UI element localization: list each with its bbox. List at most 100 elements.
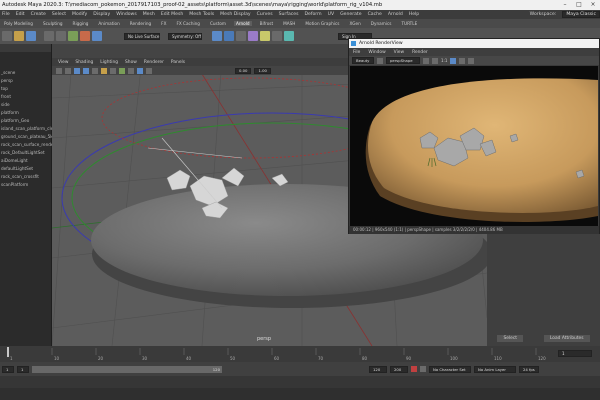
auto-key-icon[interactable] <box>411 366 417 372</box>
close-icon[interactable]: × <box>586 0 600 10</box>
minimize-icon[interactable]: – <box>558 0 572 10</box>
alpha-icon[interactable] <box>432 57 438 64</box>
render-icon[interactable] <box>212 31 222 41</box>
workspace-dropdown[interactable]: Maya Classic <box>562 11 600 18</box>
shader-icon[interactable] <box>272 31 282 41</box>
time-slider[interactable]: 1 10 20 30 40 50 60 70 80 90 100 110 120… <box>0 346 600 362</box>
range-inner-start-field[interactable]: 1 <box>17 365 29 373</box>
range-start-field[interactable]: 1 <box>2 365 14 373</box>
new-scene-icon[interactable] <box>2 31 12 41</box>
menu-display[interactable]: Display <box>93 12 110 17</box>
tab-rendering[interactable]: Rendering <box>128 21 153 26</box>
current-frame-field[interactable]: 1 <box>558 350 592 357</box>
stop-render-icon[interactable] <box>459 57 466 64</box>
gamma-field[interactable]: 1.00 <box>254 67 271 74</box>
menu-mesh-tools[interactable]: Mesh Tools <box>189 12 214 17</box>
outliner-item[interactable]: scanPlatform <box>1 182 28 187</box>
tab-motion-graphics[interactable]: Motion Graphics <box>303 21 341 26</box>
lights-icon[interactable] <box>101 67 107 74</box>
standin-icon[interactable] <box>284 31 294 41</box>
outliner-item[interactable]: _scene <box>1 70 15 75</box>
range-max-field[interactable]: 200 <box>390 365 408 373</box>
outliner-item[interactable]: aiDomeLight <box>1 158 28 163</box>
menu-deform[interactable]: Deform <box>305 12 322 17</box>
tab-turtle[interactable]: TURTLE <box>399 21 419 26</box>
xray-icon[interactable] <box>119 67 125 74</box>
menu-edit-mesh[interactable]: Edit Mesh <box>161 12 183 17</box>
ipr-render-icon[interactable] <box>224 31 234 41</box>
outliner-item[interactable]: platform_Geo <box>1 118 29 123</box>
scale-tool-icon[interactable] <box>92 31 102 41</box>
select-button[interactable]: Select <box>497 335 523 342</box>
vp-menu-panels[interactable]: Panels <box>171 60 185 65</box>
tab-animation[interactable]: Animation <box>96 21 121 26</box>
menu-windows[interactable]: Windows <box>116 12 137 17</box>
render-canvas[interactable] <box>350 66 598 226</box>
command-line[interactable] <box>0 376 600 388</box>
menu-help[interactable]: Help <box>409 12 419 17</box>
tab-sculpting[interactable]: Sculpting <box>41 21 65 26</box>
outliner-item[interactable]: persp <box>1 78 13 83</box>
outliner-item[interactable]: rock_DefaultLightSet <box>1 150 45 155</box>
range-slider[interactable]: 120 <box>32 365 222 373</box>
live-surface-field[interactable]: No Live Surface <box>124 32 160 40</box>
symmetry-field[interactable]: Symmetry: Off <box>168 32 202 40</box>
rv-menu-render[interactable]: Render <box>412 50 428 55</box>
anim-layer-dropdown[interactable]: No Anim Layer <box>474 365 516 373</box>
tab-bifrost[interactable]: Bifrost <box>258 21 276 26</box>
select-tool-icon[interactable] <box>44 31 54 41</box>
rotate-tool-icon[interactable] <box>80 31 90 41</box>
textured-icon[interactable] <box>92 67 98 74</box>
refresh-icon[interactable] <box>377 57 383 64</box>
tab-fx-caching[interactable]: FX Caching <box>174 21 202 26</box>
vp-menu-shading[interactable]: Shading <box>75 60 93 65</box>
outliner-item[interactable]: island_scan_platform_clean <box>1 126 58 131</box>
fps-dropdown[interactable]: 24 fps <box>519 365 539 373</box>
outliner-item[interactable]: platform <box>1 110 19 115</box>
render-settings-icon[interactable] <box>236 31 246 41</box>
vp-menu-renderer[interactable]: Renderer <box>144 60 164 65</box>
outliner-item[interactable]: defaultLightSet <box>1 166 33 171</box>
play-render-icon[interactable] <box>450 57 457 64</box>
menu-cache[interactable]: Cache <box>368 12 382 17</box>
character-set-dropdown[interactable]: No Character Set <box>429 365 471 373</box>
tab-custom[interactable]: Custom <box>208 21 228 26</box>
menu-mesh[interactable]: Mesh <box>143 12 155 17</box>
tab-dynamics[interactable]: Dynamics <box>369 21 394 26</box>
tab-mash[interactable]: MASH <box>281 21 297 26</box>
menu-arnold[interactable]: Arnold <box>388 12 403 17</box>
menu-modify[interactable]: Modify <box>72 12 87 17</box>
rgb-icon[interactable] <box>423 57 429 64</box>
outliner-item[interactable]: ground_scan_plateau_5k <box>1 134 53 139</box>
tab-rigging[interactable]: Rigging <box>71 21 91 26</box>
exposure-field[interactable]: 0.00 <box>235 67 252 74</box>
tab-fx[interactable]: FX <box>159 21 168 26</box>
vp-menu-lighting[interactable]: Lighting <box>100 60 118 65</box>
move-tool-icon[interactable] <box>68 31 78 41</box>
rv-menu-view[interactable]: View <box>394 50 404 55</box>
menu-curves[interactable]: Curves <box>257 12 273 17</box>
aov-dropdown[interactable]: Beauty <box>352 57 374 64</box>
menu-mesh-display[interactable]: Mesh Display <box>220 12 251 17</box>
menu-select[interactable]: Select <box>52 12 66 17</box>
rv-menu-window[interactable]: Window <box>368 50 385 55</box>
arnold-light-icon[interactable] <box>248 31 258 41</box>
tab-xgen[interactable]: XGen <box>347 21 362 26</box>
playback-prefs-icon[interactable] <box>420 366 426 372</box>
wireframe-icon[interactable] <box>74 67 80 74</box>
menu-surfaces[interactable]: Surfaces <box>279 12 299 17</box>
snapshot-icon[interactable] <box>468 57 475 64</box>
lock-camera-icon[interactable] <box>65 67 71 74</box>
maximize-icon[interactable]: □ <box>572 0 586 10</box>
menu-uv[interactable]: UV <box>328 12 335 17</box>
save-scene-icon[interactable] <box>26 31 36 41</box>
vp-menu-view[interactable]: View <box>58 60 68 65</box>
tab-poly-modeling[interactable]: Poly Modeling <box>2 21 35 26</box>
resolution-gate-icon[interactable] <box>146 67 152 74</box>
open-scene-icon[interactable] <box>14 31 24 41</box>
tab-arnold[interactable]: Arnold <box>234 21 252 26</box>
outliner-item[interactable]: front <box>1 94 11 99</box>
grid-icon[interactable] <box>137 67 143 74</box>
smooth-shade-icon[interactable] <box>83 67 89 74</box>
camera-dropdown[interactable]: perspShape <box>386 57 420 64</box>
